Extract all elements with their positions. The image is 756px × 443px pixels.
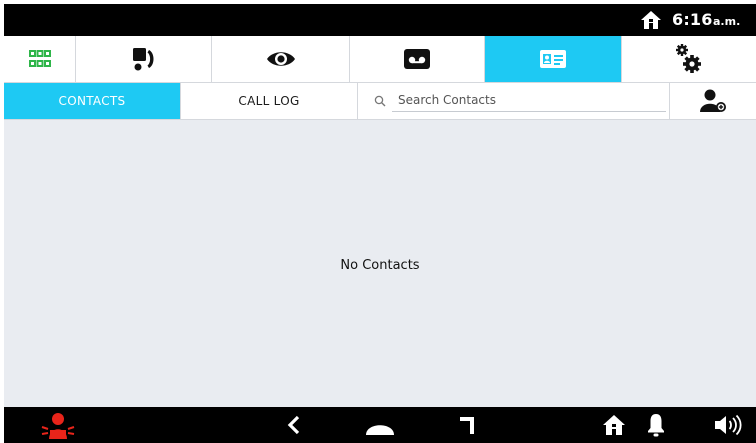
clock-time: 6:16 xyxy=(672,10,713,29)
back-icon xyxy=(287,415,300,435)
search-icon xyxy=(374,95,386,107)
intercom-handset-icon xyxy=(132,48,153,71)
home-nav-icon xyxy=(366,425,394,435)
alarm-button[interactable] xyxy=(24,407,92,443)
search-box xyxy=(358,83,670,119)
bell-icon xyxy=(648,414,664,437)
tab-call-log[interactable]: CALL LOG xyxy=(181,83,358,119)
device-screen: 6:16 a.m. CONTACTS CALL LOG Search Conta… xyxy=(4,4,756,443)
clock-ampm: a.m. xyxy=(713,15,741,28)
main-tab-bar xyxy=(4,36,756,83)
tab-apps[interactable] xyxy=(4,36,76,82)
tab-intercom[interactable] xyxy=(76,36,212,82)
tab-voicemail[interactable] xyxy=(350,36,485,82)
home-status-icon xyxy=(603,415,625,435)
tab-settings[interactable] xyxy=(622,36,756,82)
alarm-icon xyxy=(41,413,75,439)
status-bar: 6:16 a.m. xyxy=(4,4,756,36)
home-nav-button[interactable] xyxy=(360,407,400,443)
back-button[interactable] xyxy=(274,407,314,443)
search-input[interactable] xyxy=(392,89,666,112)
eye-icon xyxy=(266,52,295,66)
empty-state-message: No Contacts xyxy=(340,258,420,273)
bottom-nav-bar xyxy=(4,407,756,443)
recent-apps-button[interactable] xyxy=(448,407,488,443)
add-user-icon xyxy=(700,89,726,112)
tab-contacts[interactable] xyxy=(485,36,622,82)
sub-tab-bar: CONTACTS CALL LOG xyxy=(4,83,756,120)
contact-card-icon xyxy=(540,50,566,68)
home-status-button[interactable] xyxy=(594,407,634,443)
tab-monitor[interactable] xyxy=(212,36,350,82)
app-grid-icon xyxy=(28,50,51,67)
contacts-list-area: No Contacts xyxy=(4,120,756,407)
tab-contacts-list[interactable]: CONTACTS xyxy=(4,83,181,119)
volume-icon xyxy=(715,414,742,436)
home-icon xyxy=(641,11,661,29)
volume-button[interactable] xyxy=(704,407,752,443)
gears-icon xyxy=(676,44,701,73)
voicemail-icon xyxy=(404,49,430,69)
add-contact-button[interactable] xyxy=(670,83,756,119)
recent-apps-icon xyxy=(460,417,474,434)
notifications-button[interactable] xyxy=(636,407,676,443)
